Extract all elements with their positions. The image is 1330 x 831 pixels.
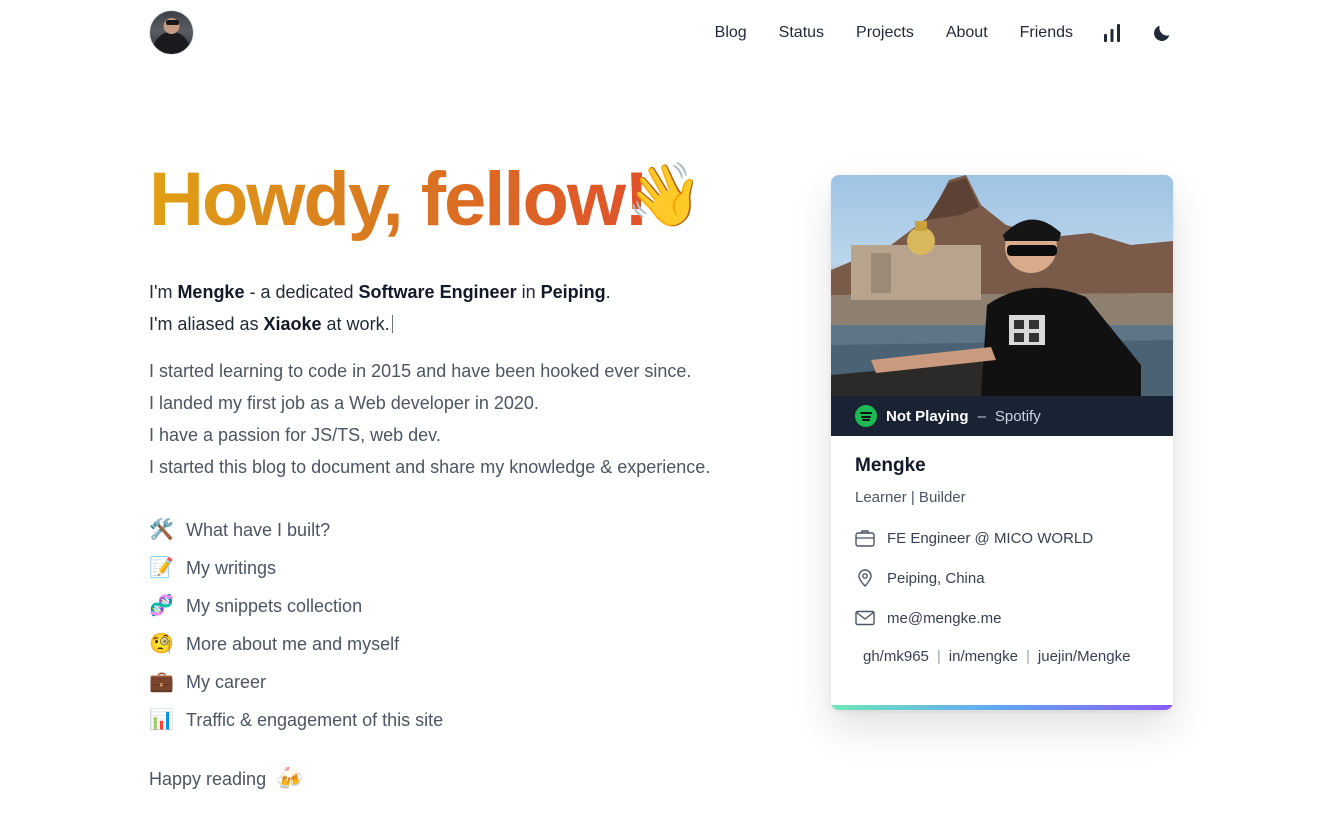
- link-about[interactable]: 🧐 More about me and myself: [149, 625, 443, 663]
- spotify-separator: –: [977, 407, 986, 425]
- nav-item-blog[interactable]: Blog: [715, 24, 747, 42]
- spotify-icon: [855, 405, 877, 427]
- card-name: Mengke: [855, 455, 926, 476]
- monocle-face-icon: 🧐: [149, 633, 174, 655]
- intro-text: - a dedicated: [244, 282, 359, 302]
- about-line: I started learning to code in 2015 and h…: [149, 361, 692, 381]
- card-job-text: FE Engineer @ MICO WORLD: [887, 529, 1094, 547]
- photo-scene: [831, 175, 1173, 396]
- nav-item-projects[interactable]: Projects: [856, 24, 914, 42]
- briefcase-icon: 💼: [149, 671, 174, 693]
- closing-text: Happy reading: [149, 768, 267, 789]
- link-label[interactable]: My career: [186, 672, 266, 693]
- about-line: I landed my first job as a Web developer…: [149, 393, 539, 413]
- mail-icon: [855, 608, 879, 628]
- dna-icon: 🧬: [149, 595, 174, 617]
- intro-text: .: [605, 282, 611, 302]
- intro-line-1: I'm Mengke - a dedicated Software Engine…: [149, 276, 611, 308]
- nav-item-friends[interactable]: Friends: [1020, 24, 1073, 42]
- profile-card: Not Playing – Spotify Mengke Learner | B…: [831, 175, 1173, 710]
- intro-alias: Xiaoke: [263, 314, 322, 334]
- card-accent-bar: [831, 705, 1173, 710]
- social-separator: |: [1026, 648, 1030, 665]
- quick-links: 🛠️ What have I built? 📝 My writings 🧬 My sn…: [149, 511, 443, 739]
- link-blog[interactable]: 📝 My writings: [149, 549, 443, 587]
- link-label[interactable]: My writings: [186, 558, 276, 579]
- spotify-status: Not Playing: [886, 407, 969, 425]
- card-email[interactable]: me@mengke.me: [855, 608, 1149, 628]
- moon-icon[interactable]: [1151, 22, 1173, 44]
- typing-cursor: [391, 315, 393, 333]
- card-location-text: Peiping, China: [887, 569, 985, 587]
- social-links: gh/mk965 | in/mengke | juejin/Mengke: [855, 648, 1149, 665]
- link-label[interactable]: What have I built?: [186, 520, 330, 541]
- link-label[interactable]: Traffic & engagement of this site: [186, 710, 443, 731]
- main-nav: Blog Status Projects About Friends: [715, 10, 1173, 56]
- about-line: I started this blog to document and shar…: [149, 457, 711, 477]
- site-header: Blog Status Projects About Friends: [149, 10, 1173, 56]
- intro-text: I'm: [149, 282, 178, 302]
- nav-item-status[interactable]: Status: [779, 24, 824, 42]
- bar-chart-emoji-icon: 📊: [149, 709, 174, 731]
- intro-text: I'm aliased as: [149, 314, 264, 334]
- about-line: I have a passion for JS/TS, web dev.: [149, 425, 441, 445]
- waving-hand-icon: 👋: [626, 161, 704, 230]
- intro-line-2: I'm aliased as Xiaoke at work.: [149, 308, 611, 340]
- spotify-source: Spotify: [994, 407, 1041, 425]
- hero-title: Howdy, fellow!: [149, 154, 649, 246]
- clinking-mugs-icon: 🍻: [276, 766, 304, 791]
- link-analytics[interactable]: 📊 Traffic & engagement of this site: [149, 701, 443, 739]
- spotify-now-playing[interactable]: Not Playing – Spotify: [831, 396, 1173, 436]
- link-career[interactable]: 💼 My career: [149, 663, 443, 701]
- social-linkedin-link[interactable]: in/mengke: [949, 648, 1018, 665]
- intro-role: Software Engineer: [358, 282, 517, 302]
- social-juejin-link[interactable]: juejin/Mengke: [1038, 648, 1131, 665]
- intro-text: in: [516, 282, 541, 302]
- card-body: Mengke Learner | Builder FE Engineer @ M…: [831, 436, 1173, 665]
- card-job: FE Engineer @ MICO WORLD: [855, 528, 1149, 548]
- about-paragraph: I started learning to code in 2015 and h…: [149, 355, 710, 483]
- intro: I'm Mengke - a dedicated Software Engine…: [149, 276, 611, 340]
- bar-chart-icon[interactable]: [1101, 22, 1123, 44]
- link-projects[interactable]: 🛠️ What have I built?: [149, 511, 443, 549]
- link-snippets[interactable]: 🧬 My snippets collection: [149, 587, 443, 625]
- tools-icon: 🛠️: [149, 519, 174, 541]
- intro-city: Peiping: [540, 282, 606, 302]
- avatar[interactable]: [149, 10, 194, 55]
- memo-icon: 📝: [149, 557, 174, 579]
- profile-photo: [831, 175, 1173, 396]
- map-pin-icon: [855, 568, 879, 588]
- intro-name: Mengke: [177, 282, 245, 302]
- card-role: Learner | Builder: [855, 489, 966, 506]
- link-label[interactable]: My snippets collection: [186, 596, 362, 617]
- social-github-link[interactable]: gh/mk965: [863, 648, 929, 665]
- social-separator: |: [936, 648, 941, 665]
- briefcase-outline-icon: [855, 528, 879, 548]
- closing-line: Happy reading 🍻: [149, 766, 304, 792]
- card-location: Peiping, China: [855, 568, 1149, 588]
- link-label[interactable]: More about me and myself: [186, 634, 399, 655]
- intro-text: at work.: [321, 314, 390, 334]
- nav-item-about[interactable]: About: [946, 24, 988, 42]
- card-email-link[interactable]: me@mengke.me: [887, 610, 1001, 627]
